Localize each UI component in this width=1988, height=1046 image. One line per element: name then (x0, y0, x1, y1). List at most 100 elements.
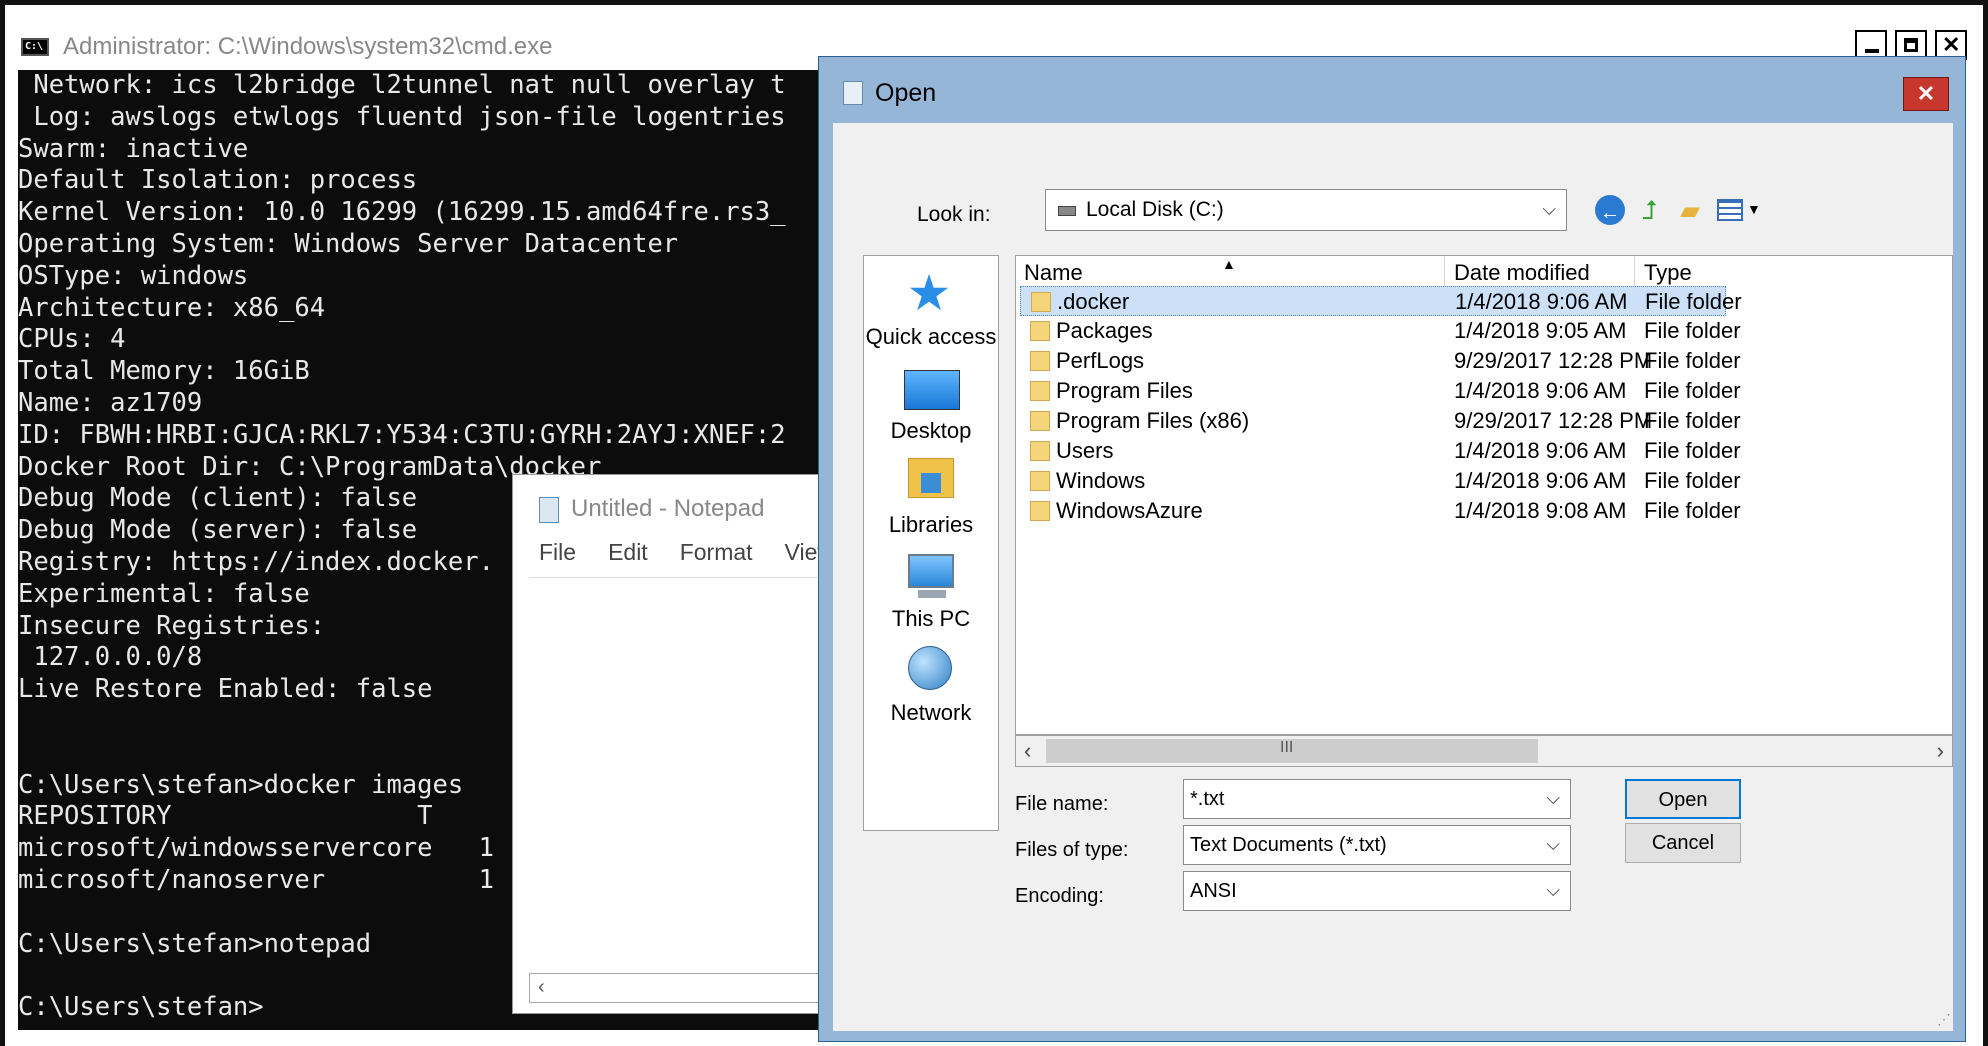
chevron-down-icon: ⌵ (1542, 199, 1556, 219)
file-type: File folder (1644, 438, 1741, 463)
chevron-down-icon[interactable]: ⌵ (1546, 788, 1560, 809)
cmd-window-title: Administrator: C:\Windows\system32\cmd.e… (63, 33, 553, 60)
place-label: This PC (891, 606, 971, 631)
back-icon[interactable]: ← (1593, 193, 1627, 227)
file-row-windows[interactable]: Windows 1/4/2018 9:06 AM File folder (1020, 466, 1741, 496)
libraries-icon (908, 458, 954, 498)
file-name-value: *.txt (1190, 788, 1225, 810)
column-header-name[interactable]: Name (1024, 260, 1083, 286)
look-in-label: Look in: (917, 203, 991, 226)
cancel-button[interactable]: Cancel (1625, 823, 1741, 863)
star-icon: ★ (906, 265, 952, 321)
scrollbar-thumb[interactable]: III (1046, 739, 1538, 763)
console-line: Operating System: Windows Server Datacen… (18, 228, 679, 259)
file-date: 1/4/2018 9:06 AM (1454, 438, 1627, 463)
file-name: WindowsAzure (1056, 498, 1203, 523)
place-label: Network (890, 700, 972, 725)
folder-icon (1030, 441, 1050, 461)
scroll-left-icon[interactable]: ‹ (1024, 738, 1031, 764)
notepad-window-title: Untitled - Notepad (571, 495, 765, 522)
menu-format[interactable]: Format (664, 539, 769, 566)
place-label: Libraries (888, 512, 974, 537)
file-date: 1/4/2018 9:06 AM (1454, 468, 1627, 493)
column-separator[interactable] (1444, 256, 1445, 286)
console-line: Network: ics l2bridge l2tunnel nat null … (18, 70, 786, 100)
new-folder-icon[interactable]: ▰ (1673, 193, 1707, 227)
console-line: ID: FBWH:HRBI:GJCA:RKL7:Y534:C3TU:GYRH:2… (18, 419, 786, 450)
file-type-value: Text Documents (*.txt) (1190, 834, 1387, 856)
console-line: OSType: windows (18, 260, 249, 291)
drive-icon (1058, 206, 1076, 216)
sort-ascending-icon: ▲ (1222, 256, 1236, 272)
file-name: PerfLogs (1056, 348, 1145, 373)
file-row-perflogs[interactable]: PerfLogs 9/29/2017 12:28 PM File folder (1020, 346, 1741, 376)
file-row-program-files-x86[interactable]: Program Files (x86) 9/29/2017 12:28 PM F… (1020, 406, 1741, 436)
open-dialog: Open ✕ Look in: Local Disk (C:) ⌵ ← ⮥ ▰ … (818, 56, 1966, 1042)
computer-icon (908, 554, 954, 598)
dialog-title: Open (875, 79, 937, 107)
up-folder-icon[interactable]: ⮥ (1633, 193, 1667, 227)
column-separator[interactable] (1634, 256, 1635, 286)
folder-icon (1030, 501, 1050, 521)
folder-icon (1030, 381, 1050, 401)
notepad-horizontal-scrollbar[interactable]: ‹ (529, 973, 829, 1003)
column-header-date-modified[interactable]: Date modified (1454, 260, 1590, 286)
file-list[interactable]: Name ▲ Date modified Type .docker 1/4/20… (1015, 255, 1953, 735)
network-globe-icon (908, 646, 952, 690)
notepad-menu-bar: File Edit Format View (523, 539, 850, 566)
encoding-value: ANSI (1190, 880, 1237, 902)
console-line: Architecture: x86_64 (18, 292, 326, 323)
file-row-docker[interactable]: .docker 1/4/2018 9:06 AM File folder (1020, 286, 1742, 316)
file-row-packages[interactable]: Packages 1/4/2018 9:05 AM File folder (1020, 316, 1741, 346)
file-date: 9/29/2017 12:28 PM (1454, 348, 1653, 373)
file-row-windowsazure[interactable]: WindowsAzure 1/4/2018 9:08 AM File folde… (1020, 496, 1741, 526)
scroll-left-icon[interactable]: ‹ (538, 976, 545, 999)
file-list-horizontal-scrollbar[interactable]: ‹ III › (1015, 735, 1953, 767)
file-type-label: Files of type: (1015, 839, 1129, 861)
column-header-type[interactable]: Type (1644, 260, 1692, 286)
file-name: Program Files (1056, 378, 1193, 403)
file-date: 1/4/2018 9:05 AM (1454, 318, 1627, 343)
caret-down-icon[interactable]: ▼ (1747, 201, 1761, 217)
desktop-icon (904, 370, 960, 410)
folder-icon (1031, 292, 1051, 312)
file-date: 1/4/2018 9:06 AM (1455, 289, 1628, 314)
file-type: File folder (1644, 378, 1741, 403)
console-line: Kernel Version: 10.0 16299 (16299.15.amd… (18, 197, 786, 228)
scroll-right-icon[interactable]: › (1937, 738, 1944, 764)
resize-grip-icon[interactable]: ⋰ (1937, 1011, 1951, 1028)
file-name: Windows (1056, 468, 1146, 493)
notepad-app-icon (539, 497, 559, 523)
notepad-text-area[interactable] (529, 577, 829, 978)
places-bar: ★ Quick access Desktop Libraries This PC… (863, 255, 999, 831)
look-in-dropdown[interactable]: Local Disk (C:) ⌵ (1045, 189, 1567, 231)
notepad-app-icon (843, 81, 863, 105)
file-name: Packages (1056, 318, 1153, 343)
view-menu-icon[interactable] (1717, 199, 1743, 221)
folder-icon (1030, 351, 1050, 371)
look-in-value: Local Disk (C:) (1086, 198, 1224, 221)
file-name: Users (1056, 438, 1114, 463)
file-date: 1/4/2018 9:08 AM (1454, 498, 1627, 523)
file-row-program-files[interactable]: Program Files 1/4/2018 9:06 AM File fold… (1020, 376, 1741, 406)
folder-icon (1030, 411, 1050, 431)
menu-edit[interactable]: Edit (592, 539, 664, 566)
file-type-dropdown[interactable]: Text Documents (*.txt) ⌵ (1183, 825, 1571, 865)
file-name: Program Files (x86) (1056, 408, 1250, 433)
console-line: Swarm: inactive (18, 133, 249, 164)
file-name: .docker (1057, 289, 1130, 314)
dialog-client-area: Look in: Local Disk (C:) ⌵ ← ⮥ ▰ ▼ ★ Qui… (833, 123, 1953, 1031)
file-type: File folder (1645, 289, 1742, 314)
file-date: 1/4/2018 9:06 AM (1454, 378, 1627, 403)
chevron-down-icon: ⌵ (1546, 880, 1560, 900)
encoding-dropdown[interactable]: ANSI ⌵ (1183, 871, 1571, 911)
file-name-input[interactable]: *.txt ⌵ (1183, 779, 1571, 819)
place-label: Quick access (865, 324, 997, 349)
open-button[interactable]: Open (1625, 779, 1741, 819)
menu-file[interactable]: File (523, 539, 592, 566)
dialog-close-button[interactable]: ✕ (1903, 77, 1949, 111)
folder-icon (1030, 321, 1050, 341)
console-line: Default Isolation: process (18, 165, 418, 196)
file-row-users[interactable]: Users 1/4/2018 9:06 AM File folder (1020, 436, 1741, 466)
console-line: Total Memory: 16GiB (18, 356, 310, 387)
